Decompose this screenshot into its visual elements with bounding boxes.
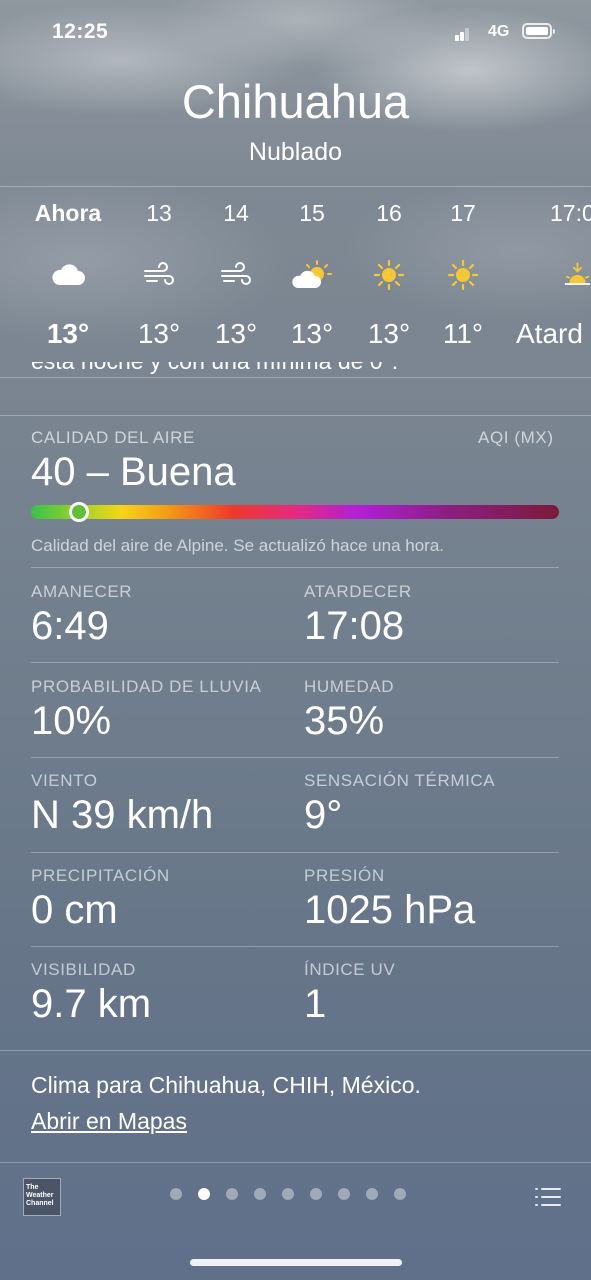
pressure-cell: PRESIÓN 1025 hPa [304,866,475,933]
sunset-cell: ATARDECER 17:08 [304,582,412,649]
divider [31,662,559,663]
hour-item: 17:0 Atard [512,200,591,350]
hour-temp: Atard [516,318,583,349]
divider [0,1162,591,1163]
feels-like-cell: SENSACIÓN TÉRMICA 9° [304,771,495,838]
detail-label: ATARDECER [304,582,412,601]
wind-cell: VIENTO N 39 km/h [31,771,213,838]
sunset-icon [512,260,591,290]
detail-value: N 39 km/h [31,793,214,837]
hour-item: 17 11° [418,200,508,350]
page-dot[interactable] [170,1188,182,1200]
detail-label: PRECIPITACIÓN [31,866,170,885]
sun-icon [418,259,508,291]
detail-label: VISIBILIDAD [31,960,136,979]
hour-item: Ahora 13° [23,200,113,350]
hour-label: 17:0 [550,200,591,226]
detail-value: 9° [304,793,343,837]
sunrise-cell: AMANECER 6:49 [31,582,132,649]
current-condition: Nublado [248,138,343,166]
precipitation-cell: PRECIPITACIÓN 0 cm [31,866,170,933]
visibility-cell: VISIBILIDAD 9.7 km [31,960,151,1027]
cloud-icon [23,260,113,290]
air-quality-indicator [69,502,89,522]
page-indicator[interactable] [170,1188,406,1202]
hour-label: Ahora [34,200,102,226]
open-in-maps-link[interactable]: Abrir en Mapas [31,1108,187,1135]
battery-icon [522,23,555,39]
hour-temp: 11° [442,318,484,349]
air-quality-bar [31,502,559,522]
rain-chance-cell: PROBABILIDAD DE LLUVIA 10% [31,677,262,744]
network-type: 4G [488,23,510,40]
air-quality-value: 40 – Buena [31,450,236,494]
divider [0,186,591,187]
divider [31,757,559,758]
detail-value: 6:49 [31,604,109,648]
cellular-signal-icon [455,28,471,41]
home-indicator[interactable] [190,1259,402,1266]
forecast-summary-text: esta noche y con una mínima de 0°. [31,362,559,390]
detail-label: PRESIÓN [304,866,385,885]
detail-value: 35% [304,699,385,743]
detail-value: 9.7 km [31,982,152,1026]
detail-value: 0 cm [31,888,118,932]
detail-label: VIENTO [31,771,98,790]
divider [0,415,591,416]
weather-channel-logo[interactable]: The Weather Channel [23,1178,61,1216]
detail-label: PROBABILIDAD DE LLUVIA [31,677,262,696]
city-list-icon[interactable] [533,1185,563,1209]
page-dot[interactable] [254,1188,266,1200]
page-dot[interactable] [226,1188,238,1200]
page-dot[interactable] [198,1188,210,1200]
uv-index-cell: ÍNDICE UV 1 [304,960,395,1027]
detail-label: SENSACIÓN TÉRMICA [304,771,496,790]
detail-label: HUMEDAD [304,677,395,696]
hour-label: 17 [450,200,476,226]
page-dot[interactable] [282,1188,294,1200]
city-name: Chihuahua [181,75,410,128]
air-quality-label: CALIDAD DEL AIRE [31,428,195,447]
detail-value: 1 [304,982,327,1026]
air-quality-scale: AQI (MX) [478,428,554,447]
humidity-cell: HUMEDAD 35% [304,677,394,744]
page-dot[interactable] [310,1188,322,1200]
detail-value: 17:08 [304,604,405,648]
detail-value: 10% [31,699,112,743]
detail-label: ÍNDICE UV [304,960,396,979]
hour-temp: 13° [46,318,90,349]
page-dot[interactable] [366,1188,378,1200]
page-dot[interactable] [394,1188,406,1200]
air-quality-note: Calidad del aire de Alpine. Se actualizó… [31,536,445,555]
location-footer-text: Clima para Chihuahua, CHIH, México. [31,1072,421,1098]
detail-value: 1025 hPa [304,888,476,932]
status-time: 12:25 [52,20,109,43]
divider [31,852,559,853]
divider [31,567,559,568]
page-dot[interactable] [338,1188,350,1200]
detail-label: AMANECER [31,582,133,601]
divider [31,946,559,947]
divider [0,1050,591,1051]
